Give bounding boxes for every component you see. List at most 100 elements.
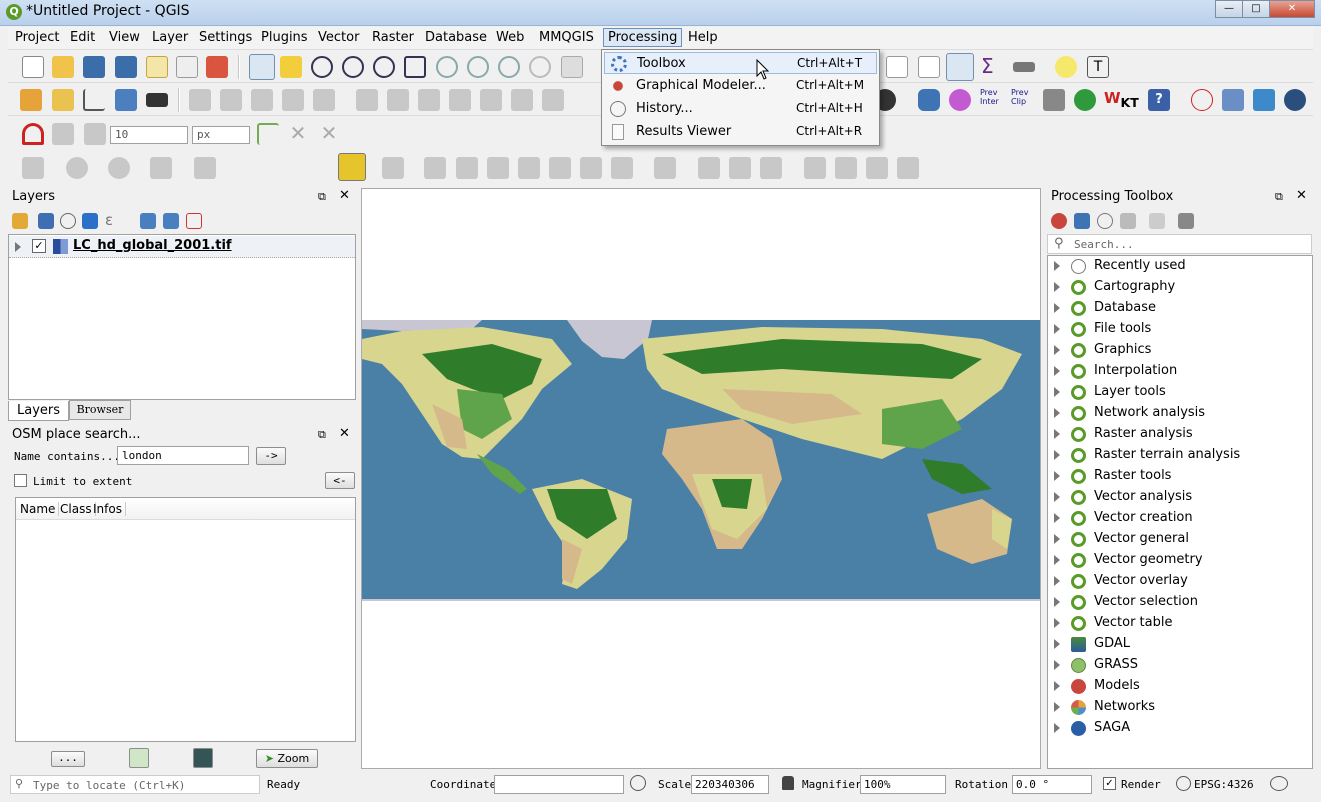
menu-database[interactable]: Database [421, 30, 491, 45]
zoom-native-icon[interactable] [373, 56, 395, 78]
remove-layer-icon[interactable] [186, 213, 202, 229]
add-part-icon[interactable] [549, 157, 571, 179]
offset-curve-icon[interactable] [729, 157, 751, 179]
new-geopackage-icon[interactable] [52, 89, 74, 111]
cut-features-icon[interactable] [418, 89, 440, 111]
list-item[interactable]: Vector creation [1048, 508, 1312, 529]
scale-select[interactable]: 220340306 [691, 775, 769, 794]
list-item[interactable]: Networks [1048, 697, 1312, 718]
menu-help[interactable]: Help [684, 30, 722, 45]
list-item[interactable]: Network analysis [1048, 403, 1312, 424]
move-feature-icon[interactable] [382, 157, 404, 179]
copy-move-icon[interactable] [424, 157, 446, 179]
add-circle-icon[interactable] [66, 157, 88, 179]
prev-inter-button[interactable]: Prev Inter [980, 88, 1002, 106]
toggle-extents-icon[interactable] [630, 775, 646, 791]
statistics-icon[interactable] [918, 56, 940, 78]
wkt-icon[interactable]: WKT [1104, 89, 1139, 110]
merge-features-icon[interactable] [835, 157, 857, 179]
expand-arrow-icon[interactable] [1054, 513, 1060, 523]
python-console-icon[interactable] [918, 89, 940, 111]
prev-clip-button[interactable]: Prev Clip [1011, 88, 1033, 106]
open-project-icon[interactable] [52, 56, 74, 78]
menu-item-toolbox[interactable]: Toolbox Ctrl+Alt+T [604, 52, 877, 74]
menu-view[interactable]: View [105, 30, 144, 45]
layer-row[interactable]: ✓ LC_hd_global_2001.tif [9, 236, 355, 258]
close-window-button[interactable]: ✕ [1269, 0, 1315, 18]
new-shapefile-icon[interactable] [83, 89, 105, 111]
osm-zoom-button[interactable]: ➤ Zoom [256, 749, 318, 768]
layer-name[interactable]: LC_hd_global_2001.tif [73, 238, 232, 253]
save-edits-icon[interactable] [251, 89, 273, 111]
osm-more-button[interactable]: ... [51, 751, 85, 767]
measure-icon[interactable] [1013, 62, 1035, 72]
menu-item-results-viewer[interactable]: Results Viewer Ctrl+Alt+R [604, 121, 877, 143]
avoid-overlap-icon[interactable]: ✕ [287, 123, 309, 145]
expand-arrow-icon[interactable] [1054, 450, 1060, 460]
expand-arrow-icon[interactable] [1054, 660, 1060, 670]
list-item[interactable]: SAGA [1048, 718, 1312, 739]
list-item[interactable]: Recently used [1048, 256, 1312, 277]
new-temp-layer-icon[interactable] [115, 89, 137, 111]
expand-arrow-icon[interactable] [1054, 261, 1060, 271]
lock-icon[interactable] [782, 776, 794, 790]
layers-panel-close-button[interactable]: ✕ [339, 188, 350, 203]
modify-attributes-icon[interactable] [356, 89, 378, 111]
menu-project[interactable]: Project [11, 30, 63, 45]
tab-layers[interactable]: Layers [8, 401, 69, 421]
redo-icon[interactable] [542, 89, 564, 111]
messages-icon[interactable] [1270, 776, 1288, 791]
expand-arrow-icon[interactable] [1054, 366, 1060, 376]
layer-visibility-checkbox[interactable]: ✓ [32, 239, 46, 253]
magnet-icon[interactable] [22, 123, 44, 145]
osm-panel-close-button[interactable]: ✕ [339, 426, 350, 441]
maximize-button[interactable]: □ [1242, 0, 1270, 18]
toggle-editing-icon[interactable] [220, 89, 242, 111]
history-icon[interactable] [1097, 213, 1113, 229]
print-icon[interactable] [1043, 89, 1065, 111]
enable-digitizing-icon[interactable] [338, 153, 366, 181]
list-item[interactable]: Raster analysis [1048, 424, 1312, 445]
expand-all-icon[interactable] [140, 213, 156, 229]
menu-item-graphical-modeler[interactable]: Graphical Modeler... Ctrl+Alt+M [604, 75, 877, 97]
scripts-menu-icon[interactable] [1074, 213, 1090, 229]
toolbox-panel-close-button[interactable]: ✕ [1296, 188, 1307, 203]
menu-mmqgis[interactable]: MMQGIS [535, 30, 598, 45]
add-ring-icon[interactable] [518, 157, 540, 179]
osm-name-input[interactable]: london [117, 446, 249, 465]
menu-raster[interactable]: Raster [368, 30, 418, 45]
style-panel-icon[interactable] [12, 213, 28, 229]
menu-processing[interactable]: Processing [603, 28, 683, 47]
expand-arrow-icon[interactable] [1054, 576, 1060, 586]
layers-panel-float-button[interactable]: ⧉ [318, 190, 326, 204]
menu-item-history[interactable]: History... Ctrl+Alt+H [604, 98, 877, 120]
osm-panel-float-button[interactable]: ⧉ [318, 428, 326, 442]
satellite-icon[interactable] [1253, 89, 1275, 111]
osm-locate-icon[interactable] [129, 748, 149, 768]
filter-icon[interactable] [82, 213, 98, 229]
vertex-tool-icon[interactable] [313, 89, 335, 111]
delete-ring-icon[interactable] [611, 157, 633, 179]
expand-arrow-icon[interactable] [15, 242, 21, 252]
add-ellipse-icon[interactable] [108, 157, 130, 179]
self-snapping-icon[interactable]: ✕ [318, 123, 340, 145]
locator-input[interactable]: ⚲ Type to locate (Ctrl+K) [10, 775, 260, 794]
layer-tool-icon[interactable] [1222, 89, 1244, 111]
expand-arrow-icon[interactable] [1054, 492, 1060, 502]
help-icon[interactable]: ? [1148, 89, 1170, 111]
data-source-manager-icon[interactable] [20, 89, 42, 111]
zoom-last-icon[interactable] [498, 56, 520, 78]
processing-toolbox-icon[interactable] [946, 53, 974, 81]
list-item[interactable]: Vector general [1048, 529, 1312, 550]
results-viewer-icon[interactable] [1120, 213, 1136, 229]
expand-arrow-icon[interactable] [1054, 534, 1060, 544]
reshape-icon[interactable] [698, 157, 720, 179]
models-menu-icon[interactable] [1051, 213, 1067, 229]
pan-to-selection-icon[interactable] [280, 56, 302, 78]
copy-features-icon[interactable] [449, 89, 471, 111]
rotate-symbols-icon[interactable] [897, 157, 919, 179]
list-item[interactable]: Raster terrain analysis [1048, 445, 1312, 466]
expand-arrow-icon[interactable] [1054, 471, 1060, 481]
list-item[interactable]: Raster tools [1048, 466, 1312, 487]
snap-vertex-icon[interactable] [84, 123, 106, 145]
